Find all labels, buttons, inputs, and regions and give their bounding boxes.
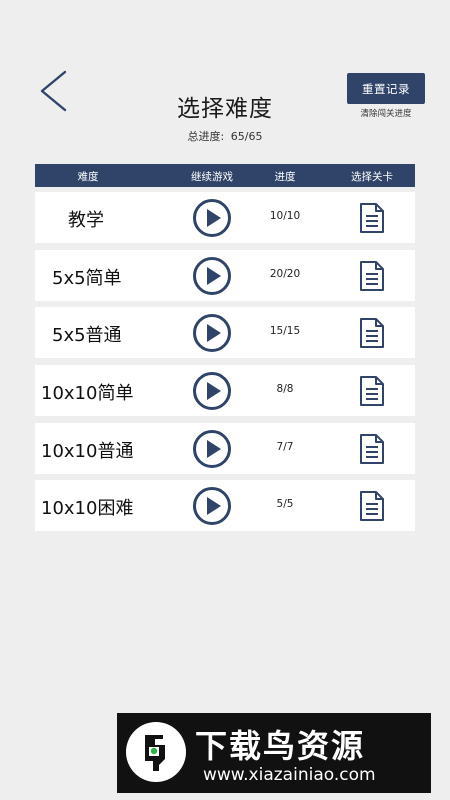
progress-value: 10/10 <box>269 210 301 222</box>
play-circle-icon <box>193 314 231 352</box>
document-list-icon <box>360 203 384 233</box>
continue-game-button[interactable] <box>192 313 232 353</box>
column-header-continue: 继续游戏 <box>191 171 233 183</box>
column-header-progress: 进度 <box>274 171 296 183</box>
progress-value: 20/20 <box>269 268 301 280</box>
progress-value: 5/5 <box>276 498 294 510</box>
watermark-url: www.xiazainiao.com <box>203 765 376 785</box>
document-list-icon <box>360 318 384 348</box>
continue-game-button[interactable] <box>192 198 232 238</box>
reset-record-button[interactable]: 重置记录 <box>347 73 425 104</box>
difficulty-row[interactable]: 10x10普通 7/7 <box>35 423 415 474</box>
column-header-select-level: 选择关卡 <box>351 171 393 183</box>
continue-game-button[interactable] <box>192 256 232 296</box>
select-level-button[interactable] <box>359 202 385 234</box>
table-header: 难度 继续游戏 进度 选择关卡 <box>35 164 415 187</box>
play-circle-icon <box>193 430 231 468</box>
select-level-button[interactable] <box>359 260 385 292</box>
difficulty-name: 10x10困难 <box>41 498 134 519</box>
select-level-button[interactable] <box>359 375 385 407</box>
play-circle-icon <box>193 199 231 237</box>
play-circle-icon <box>193 257 231 295</box>
difficulty-name: 10x10简单 <box>41 383 134 404</box>
watermark-banner: 下载鸟资源 www.xiazainiao.com <box>117 713 431 793</box>
difficulty-name: 5x5普通 <box>52 325 122 346</box>
column-header-difficulty: 难度 <box>77 171 99 183</box>
document-list-icon <box>360 376 384 406</box>
progress-value: 15/15 <box>269 325 301 337</box>
watermark-name: 下载鸟资源 <box>195 727 366 765</box>
difficulty-row[interactable]: 教学 10/10 <box>35 192 415 243</box>
difficulty-name: 教学 <box>68 210 104 231</box>
difficulty-row[interactable]: 10x10简单 8/8 <box>35 365 415 416</box>
select-level-button[interactable] <box>359 433 385 465</box>
bird-logo-icon <box>126 722 186 782</box>
select-level-button[interactable] <box>359 490 385 522</box>
continue-game-button[interactable] <box>192 429 232 469</box>
document-list-icon <box>360 434 384 464</box>
play-circle-icon <box>193 372 231 410</box>
progress-value: 8/8 <box>276 383 294 395</box>
total-progress-value: 65/65 <box>230 130 263 143</box>
total-progress-label: 总进度: <box>187 130 225 143</box>
select-level-button[interactable] <box>359 317 385 349</box>
reset-note: 清除闯关进度 <box>360 109 412 119</box>
total-progress: 总进度: 65/65 <box>0 128 450 144</box>
difficulty-name: 5x5简单 <box>52 268 122 289</box>
difficulty-row[interactable]: 10x10困难 5/5 <box>35 480 415 531</box>
progress-value: 7/7 <box>276 441 294 453</box>
document-list-icon <box>360 261 384 291</box>
document-list-icon <box>360 491 384 521</box>
difficulty-row[interactable]: 5x5普通 15/15 <box>35 307 415 358</box>
difficulty-name: 10x10普通 <box>41 441 134 462</box>
play-circle-icon <box>193 487 231 525</box>
continue-game-button[interactable] <box>192 371 232 411</box>
continue-game-button[interactable] <box>192 486 232 526</box>
difficulty-row[interactable]: 5x5简单 20/20 <box>35 250 415 301</box>
